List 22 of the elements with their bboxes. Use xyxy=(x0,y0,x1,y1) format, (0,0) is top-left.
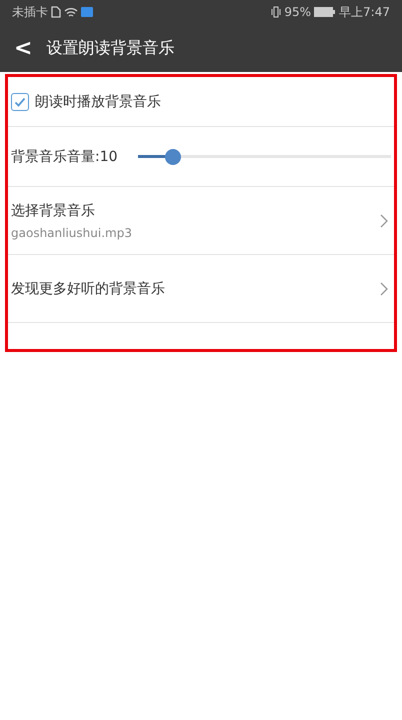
chevron-icon xyxy=(380,282,388,296)
battery-icon xyxy=(314,7,336,17)
setting-item[interactable]: 选择背景音乐 gaoshanliushui.mp3 xyxy=(8,187,394,255)
setting-label: 选择背景音乐 xyxy=(11,202,96,220)
battery-percent: 95% xyxy=(284,5,312,19)
volume-slider[interactable] xyxy=(138,148,391,164)
wifi-icon xyxy=(64,6,78,18)
back-button[interactable]: < xyxy=(10,36,36,60)
carrier-label: 未插卡 xyxy=(12,4,48,20)
setting-label: 发现更多好听的背景音乐 xyxy=(11,280,165,298)
sim-icon xyxy=(51,6,61,18)
checkbox[interactable] xyxy=(11,92,29,110)
setting-item[interactable]: 发现更多好听的背景音乐 xyxy=(8,255,394,323)
setting-value: gaoshanliushui.mp3 xyxy=(11,226,132,240)
slider-thumb[interactable] xyxy=(165,148,182,164)
app-icon xyxy=(81,7,93,17)
chevron-icon xyxy=(380,214,388,228)
vibrate-icon xyxy=(271,6,282,18)
clock: 早上7:47 xyxy=(339,4,390,20)
setting-label: 背景音乐音量:10 xyxy=(11,148,118,166)
page-title: 设置朗读背景音乐 xyxy=(46,38,174,58)
setting-label: 朗读时播放背景音乐 xyxy=(35,92,161,110)
